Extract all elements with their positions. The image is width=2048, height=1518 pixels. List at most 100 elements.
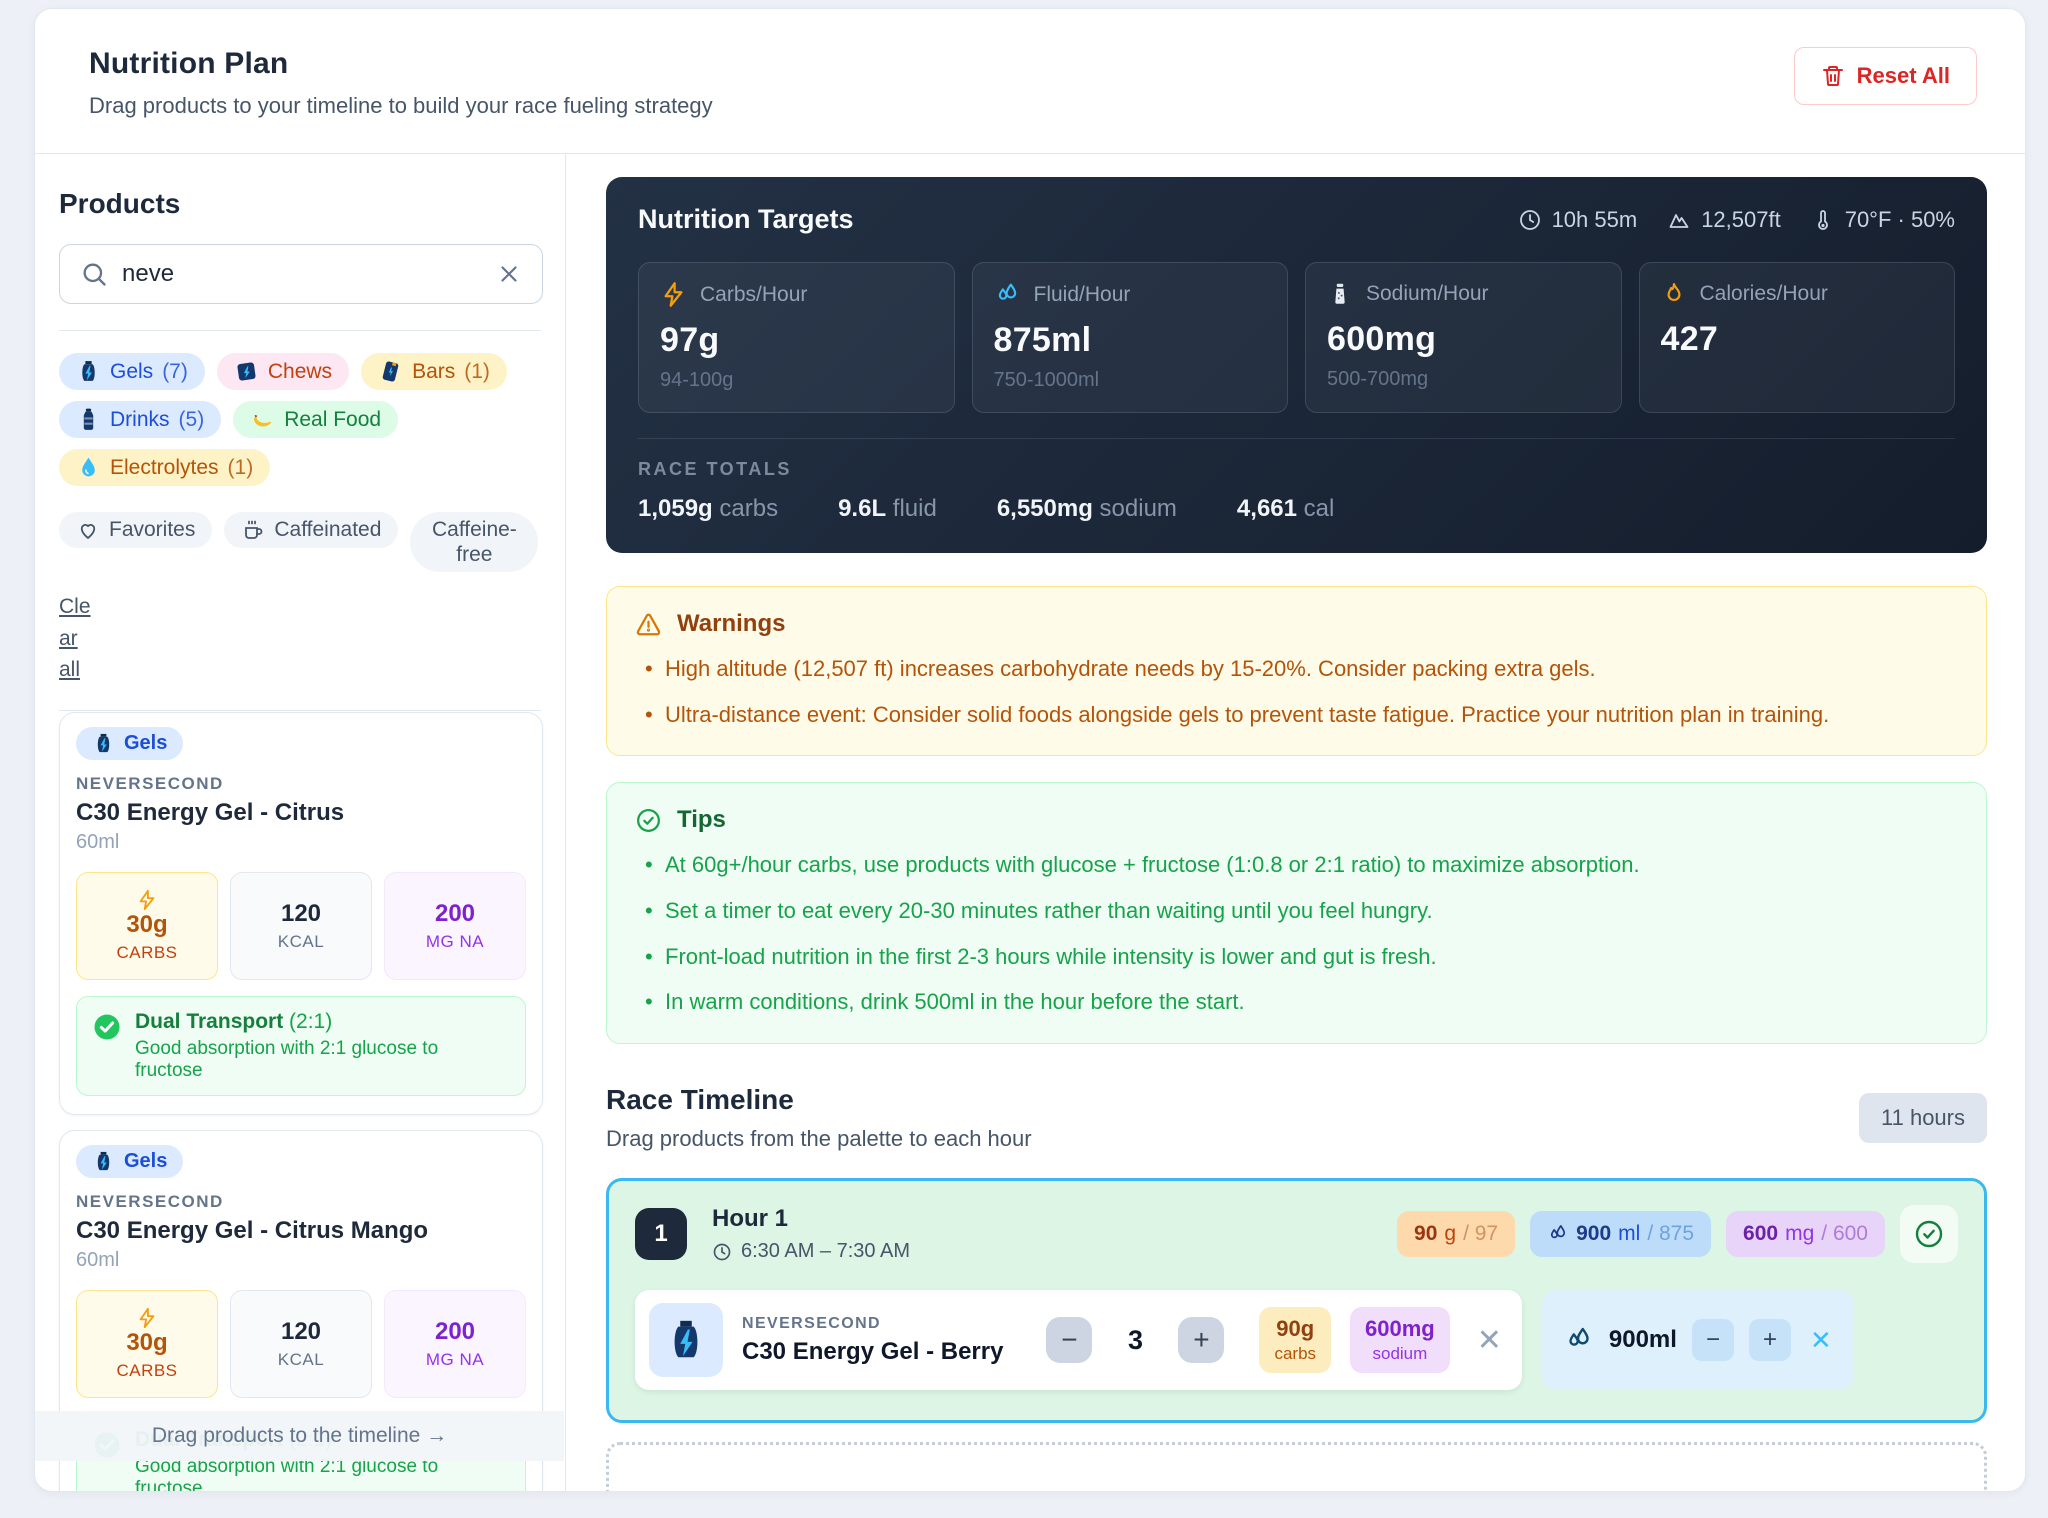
category-badge: Gels [76, 727, 183, 760]
sidebar-footer-hint: Drag products to the timeline → [35, 1411, 564, 1461]
sodium-stat: 200 MG NA [384, 872, 526, 980]
check-circle-icon [1913, 1218, 1945, 1250]
product-size: 60ml [76, 1249, 526, 1272]
gel-icon [92, 732, 115, 755]
droplets-icon [1547, 1223, 1569, 1245]
tips-list: At 60g+/hour carbs, use products with gl… [635, 850, 1958, 1017]
page-subtitle: Drag products to your timeline to build … [89, 93, 713, 119]
total-carbs: 1,059g carbs [638, 495, 778, 523]
clock-icon [712, 1242, 732, 1262]
total-calories: 4,661 cal [1237, 495, 1334, 523]
coffee-icon [241, 518, 265, 542]
search-icon [80, 260, 108, 288]
filter-chip-bars[interactable]: Bars (1) [361, 353, 507, 390]
target-label: Calories/Hour [1700, 282, 1828, 306]
timeline-header: Race Timeline Drag products from the pal… [606, 1084, 1987, 1152]
sodium-target-card: Sodium/Hour 600mg 500-700mg [1305, 262, 1622, 413]
bolt-icon [136, 889, 158, 911]
hour-number-badge: 1 [635, 1208, 687, 1260]
carbs-target-card: Carbs/Hour 97g 94-100g [638, 262, 955, 413]
hour-2-drop-zone[interactable] [606, 1442, 1987, 1491]
category-label: Gels [124, 1150, 167, 1173]
gel-icon [76, 359, 101, 384]
gel-icon [92, 1150, 115, 1173]
race-totals: 1,059g carbs 9.6L fluid 6,550mg sodium 4… [638, 495, 1955, 523]
chew-icon [234, 359, 259, 384]
carbs-unit: CARBS [116, 943, 177, 963]
clear-all-link[interactable]: Clear all [59, 591, 101, 686]
filter-chip-electrolytes[interactable]: Electrolytes (1) [59, 449, 270, 486]
hour-1-card[interactable]: 1 Hour 1 6:30 AM – 7:30 AM 90g/ 97 900ml… [606, 1178, 1987, 1423]
products-title: Products [59, 188, 543, 220]
sodium-stat: 200 MG NA [384, 1290, 526, 1398]
search-clear-button[interactable] [496, 261, 522, 287]
sodium-unit: MG NA [426, 1350, 484, 1370]
droplets-icon [1564, 1325, 1594, 1355]
target-range [1661, 368, 1934, 391]
race-totals-label: RACE TOTALS [638, 459, 1955, 480]
banana-icon [250, 407, 275, 432]
reset-all-button[interactable]: Reset All [1794, 47, 1977, 105]
filter-chip-drinks[interactable]: Drinks (5) [59, 401, 221, 438]
category-label: Gels [124, 732, 167, 755]
check-circle-icon [635, 807, 662, 834]
filter-label: Chews [268, 360, 332, 384]
sodium-value: 200 [435, 1318, 475, 1346]
feature-title: Dual Transport [135, 1010, 283, 1033]
filter-chip-favorites[interactable]: Favorites [59, 512, 212, 548]
filter-chip-caffeinated[interactable]: Caffeinated [224, 512, 398, 548]
filter-chip-real-food[interactable]: Real Food [233, 401, 398, 438]
kcal-stat: 120 KCAL [230, 1290, 372, 1398]
feature-description: Good absorption with 2:1 glucose to fruc… [135, 1038, 510, 1082]
product-size: 60ml [76, 831, 526, 854]
product-name: C30 Energy Gel - Citrus [76, 799, 526, 827]
dual-transport-text: Dual Transport (2:1) Good absorption wit… [135, 1010, 510, 1082]
fluid-decrease-button[interactable]: − [1692, 1319, 1734, 1361]
timeline-subtitle: Drag products from the palette to each h… [606, 1126, 1032, 1152]
check-circle-icon [92, 1012, 122, 1042]
salt-shaker-icon [1327, 281, 1353, 307]
warning-triangle-icon [635, 611, 662, 638]
product-search[interactable] [59, 244, 543, 304]
target-value: 427 [1661, 320, 1934, 359]
tips-title: Tips [677, 806, 726, 834]
hour-fluid-control[interactable]: 900ml − + ✕ [1542, 1290, 1854, 1390]
tip-item: In warm conditions, drink 500ml in the h… [635, 987, 1958, 1017]
page-header-text: Nutrition Plan Drag products to your tim… [89, 47, 713, 119]
quantity-decrease-button[interactable]: − [1046, 1317, 1092, 1363]
filter-chip-gels[interactable]: Gels (7) [59, 353, 205, 390]
target-label: Carbs/Hour [700, 283, 807, 307]
nutrition-plan-app: Nutrition Plan Drag products to your tim… [34, 8, 2026, 1492]
hour-label: Hour 1 [712, 1205, 910, 1233]
filter-label: Caffeinated [274, 518, 381, 542]
remove-item-button[interactable]: ✕ [1477, 1323, 1502, 1358]
kcal-unit: KCAL [278, 932, 324, 952]
feature-ratio: (2:1) [289, 1010, 332, 1033]
target-cards: Carbs/Hour 97g 94-100g Fluid/Hour 875ml … [638, 262, 1955, 413]
race-duration: 10h 55m [1518, 207, 1638, 233]
flame-icon [1661, 281, 1687, 307]
item-carbs-badge: 90g carbs [1259, 1307, 1331, 1373]
product-brand: NEVERSECOND [76, 774, 526, 794]
search-input[interactable] [122, 260, 482, 288]
total-sodium: 6,550mg sodium [997, 495, 1177, 523]
filter-chip-chews[interactable]: Chews [217, 353, 349, 390]
fluid-increase-button[interactable]: + [1749, 1319, 1791, 1361]
filter-chip-caffeine-free[interactable]: Caffeine-free [410, 512, 538, 572]
warning-item: Ultra-distance event: Consider solid foo… [635, 700, 1958, 730]
timeline-product-item[interactable]: NEVERSECOND C30 Energy Gel - Berry − 3 +… [635, 1290, 1522, 1390]
race-elevation: 12,507ft [1667, 207, 1781, 233]
filter-count: (1) [464, 360, 490, 384]
target-range: 94-100g [660, 369, 933, 392]
remove-fluid-button[interactable]: ✕ [1810, 1325, 1832, 1356]
product-brand: NEVERSECOND [76, 1192, 526, 1212]
quantity-value: 3 [1111, 1325, 1159, 1356]
race-elevation-value: 12,507ft [1701, 207, 1781, 233]
quantity-increase-button[interactable]: + [1178, 1317, 1224, 1363]
bar-icon [378, 359, 403, 384]
carbs-stat: 30g CARBS [76, 872, 218, 980]
product-card[interactable]: Gels NEVERSECOND C30 Energy Gel - Citrus… [59, 712, 543, 1115]
duration-badge: 11 hours [1859, 1093, 1987, 1143]
target-value: 875ml [994, 321, 1267, 360]
clock-icon [1518, 208, 1542, 232]
